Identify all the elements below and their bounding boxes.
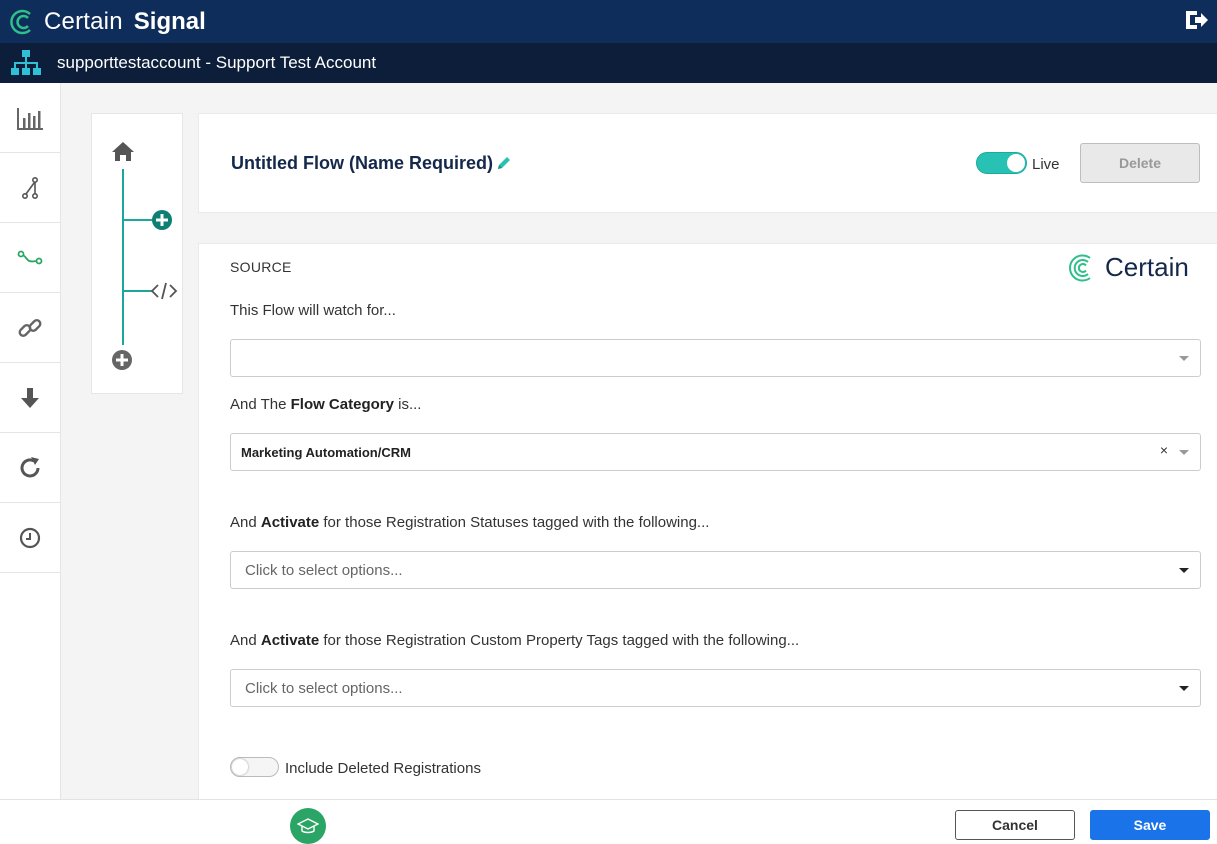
- arrow-down-icon: [21, 387, 39, 408]
- sidebar-item-refresh[interactable]: [0, 433, 60, 503]
- status-placeholder: Click to select options...: [245, 562, 403, 579]
- chevron-down-icon[interactable]: [1179, 686, 1189, 691]
- include-deleted-label: Include Deleted Registrations: [285, 760, 481, 777]
- flow-header: Untitled Flow (Name Required) Live Delet…: [198, 113, 1217, 213]
- status-multiselect[interactable]: Click to select options...: [230, 551, 1201, 589]
- status-label: And Activate for those Registration Stat…: [230, 514, 710, 531]
- sidebar-item-links[interactable]: [0, 293, 60, 363]
- chevron-down-icon[interactable]: [1179, 568, 1189, 573]
- bar-chart-icon: [17, 107, 43, 130]
- footer-bar: Cancel Save: [0, 799, 1217, 844]
- clock-icon: [19, 527, 41, 548]
- flow-connector: [123, 290, 153, 292]
- brand-name: Certain: [44, 7, 123, 35]
- sidebar-item-imports[interactable]: [0, 363, 60, 433]
- chevron-down-icon[interactable]: [1179, 450, 1189, 455]
- delete-button[interactable]: Delete: [1080, 143, 1200, 183]
- tags-label: And Activate for those Registration Cust…: [230, 632, 800, 649]
- cancel-button[interactable]: Cancel: [955, 810, 1075, 840]
- category-select[interactable]: Marketing Automation/CRM ×: [230, 433, 1201, 471]
- sidebar-item-routes[interactable]: [0, 223, 60, 293]
- certain-c-logo-icon: [1069, 254, 1091, 281]
- add-end-step-icon[interactable]: [111, 349, 133, 371]
- chevron-down-icon[interactable]: [1179, 356, 1189, 361]
- logout-icon[interactable]: [1183, 8, 1209, 32]
- sidebar: [0, 83, 61, 799]
- branch-icon: [22, 176, 38, 199]
- certain-logo: Certain: [1067, 252, 1189, 283]
- source-heading: SOURCE: [230, 259, 292, 275]
- account-bar: supporttestaccount - Support Test Accoun…: [0, 43, 1217, 83]
- flow-connector: [122, 169, 124, 345]
- link-icon: [18, 318, 42, 337]
- sidebar-item-history[interactable]: [0, 503, 60, 573]
- certain-c-logo-icon: [10, 9, 31, 34]
- brand-product: Signal: [133, 7, 206, 35]
- include-deleted-toggle[interactable]: [230, 757, 279, 777]
- certain-logo-text: Certain: [1105, 252, 1189, 282]
- route-icon: [17, 250, 43, 264]
- home-icon[interactable]: [111, 140, 135, 162]
- live-label: Live: [1032, 156, 1060, 173]
- flow-title[interactable]: Untitled Flow (Name Required): [231, 153, 493, 174]
- category-label: And The Flow Category is...: [230, 396, 422, 413]
- account-name[interactable]: supporttestaccount - Support Test Accoun…: [57, 53, 376, 73]
- pencil-icon[interactable]: [496, 155, 512, 171]
- watch-label: This Flow will watch for...: [230, 302, 396, 319]
- clear-icon[interactable]: ×: [1160, 442, 1168, 458]
- top-bar: Certain Signal: [0, 0, 1217, 43]
- category-value: Marketing Automation/CRM: [241, 445, 411, 460]
- graduation-cap-icon: [297, 818, 319, 834]
- live-toggle[interactable]: [976, 152, 1027, 174]
- tags-placeholder: Click to select options...: [245, 680, 403, 697]
- watch-select[interactable]: [230, 339, 1201, 377]
- refresh-icon: [20, 456, 40, 477]
- org-hierarchy-icon[interactable]: [10, 48, 42, 78]
- tags-multiselect[interactable]: Click to select options...: [230, 669, 1201, 707]
- save-button[interactable]: Save: [1090, 810, 1210, 840]
- flow-steps-panel: [91, 113, 183, 394]
- add-step-icon[interactable]: [151, 209, 173, 231]
- sidebar-item-flows[interactable]: [0, 153, 60, 223]
- toggle-knob: [1007, 154, 1025, 172]
- brand[interactable]: Certain Signal: [10, 8, 206, 36]
- toggle-knob: [232, 759, 248, 775]
- code-icon[interactable]: [150, 280, 178, 302]
- help-button[interactable]: [290, 808, 326, 844]
- source-form: SOURCE Certain This Flow will watch for.…: [198, 243, 1217, 799]
- sidebar-item-reports[interactable]: [0, 83, 60, 153]
